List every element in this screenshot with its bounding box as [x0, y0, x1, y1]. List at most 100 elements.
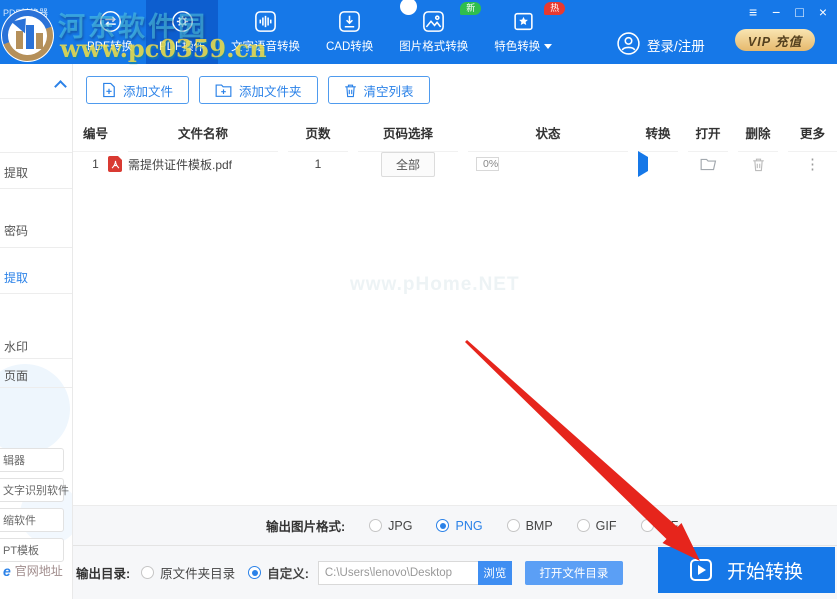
clear-list-label: 清空列表	[364, 81, 414, 100]
nav-cad-convert[interactable]: CAD转换	[313, 0, 386, 64]
sidebar-item-watermark[interactable]: 水印	[4, 338, 28, 355]
radio-circle-selected	[436, 519, 449, 532]
col-delete: 删除	[738, 118, 778, 152]
row-filename-cell: 需提供证件模板.pdf	[108, 156, 278, 173]
promo-editor[interactable]: 辑器	[0, 448, 64, 472]
browse-button[interactable]: 浏览	[478, 561, 512, 585]
radio-jpg[interactable]: JPG	[369, 519, 412, 533]
divider	[0, 98, 73, 99]
radio-label: PNG	[455, 519, 482, 533]
nav-label: CAD转换	[326, 38, 373, 54]
hot-badge: 热	[544, 2, 565, 15]
table-header: 编号 文件名称 页数 页码选择 状态 转换 打开 删除 更多	[73, 118, 837, 152]
row-page-select-cell: 全部	[358, 152, 458, 177]
login-label: 登录/注册	[647, 35, 705, 55]
new-badge: 新	[460, 2, 481, 15]
col-status: 状态	[468, 118, 628, 152]
add-folder-button[interactable]: 添加文件夹	[199, 76, 318, 104]
output-path-input[interactable]	[318, 561, 478, 585]
radio-label: 原文件夹目录	[160, 563, 235, 582]
output-dir-label: 输出目录:	[76, 563, 130, 582]
nav-text-voice[interactable]: 文字语音转换	[218, 0, 313, 64]
sidebar-item-password[interactable]: 密码	[4, 222, 28, 239]
start-convert-button[interactable]: 开始转换	[658, 547, 835, 593]
toolbar: 添加文件 添加文件夹 清空列表	[86, 76, 430, 104]
sidebar-item-page[interactable]: 页面	[4, 367, 28, 384]
row-convert-cell	[638, 157, 678, 171]
radio-circle-selected	[248, 566, 261, 579]
sidebar-item-extract[interactable]: 提取	[4, 164, 28, 181]
page-select-button[interactable]: 全部	[381, 152, 435, 177]
folder-plus-icon	[215, 83, 232, 98]
radio-label: BMP	[526, 519, 553, 533]
official-site-link[interactable]: e 官网地址	[3, 562, 63, 579]
col-index: 编号	[73, 118, 118, 152]
radio-label: JPG	[388, 519, 412, 533]
col-convert: 转换	[638, 118, 678, 152]
collapse-chevron-up-icon[interactable]	[54, 80, 67, 93]
start-convert-label: 开始转换	[727, 557, 803, 584]
chevron-down-icon	[544, 44, 552, 49]
col-filename: 文件名称	[128, 118, 278, 152]
radio-custom-dir[interactable]: 自定义:	[248, 563, 309, 582]
main-content: 添加文件 添加文件夹 清空列表 编号 文件名称 页数 页码选择 状态 转换 打开…	[73, 64, 837, 599]
col-open: 打开	[688, 118, 728, 152]
minimize-icon[interactable]: −	[772, 4, 780, 20]
maximize-icon[interactable]: □	[795, 4, 803, 20]
file-plus-icon	[102, 82, 116, 98]
divider	[0, 358, 73, 359]
convert-play-button[interactable]	[638, 151, 648, 177]
nav-label: 文字语音转换	[231, 38, 300, 54]
nav-label: PDF操作	[159, 38, 205, 54]
trash-icon	[752, 157, 765, 172]
vip-recharge-button[interactable]: VIP 充值	[735, 29, 815, 51]
promo-compress-software[interactable]: 缩软件	[0, 508, 64, 532]
radio-circle	[369, 519, 382, 532]
pdf-convert-icon	[99, 10, 122, 33]
format-label: 输出图片格式:	[266, 516, 345, 535]
play-icon	[690, 559, 712, 581]
pdf-file-icon	[108, 156, 122, 172]
app-logo	[1, 9, 54, 62]
nav-label: 特色转换	[494, 38, 552, 54]
login-button[interactable]: 登录/注册	[616, 31, 705, 59]
menu-icon[interactable]: ≡	[749, 4, 757, 20]
window-controls: ≡ − □ ×	[749, 4, 827, 20]
radio-bmp[interactable]: BMP	[507, 519, 553, 533]
open-folder-button[interactable]	[688, 157, 728, 172]
radio-tif[interactable]: TIF	[641, 519, 679, 533]
radio-gif[interactable]: GIF	[577, 519, 617, 533]
nav-pdf-convert[interactable]: PDF转换	[74, 0, 146, 64]
promo-ppt-template[interactable]: PT模板	[0, 538, 64, 562]
row-status-cell: 0%	[468, 155, 628, 174]
col-pages: 页数	[288, 118, 348, 152]
more-options-button[interactable]: ⋮	[788, 155, 837, 173]
open-directory-button[interactable]: 打开文件目录	[525, 561, 623, 585]
progress-bar: 0%	[476, 157, 499, 171]
close-icon[interactable]: ×	[819, 4, 827, 20]
radio-label: 自定义:	[267, 563, 309, 582]
radio-png[interactable]: PNG	[436, 519, 482, 533]
radio-circle	[641, 519, 654, 532]
divider	[0, 387, 73, 388]
special-convert-icon	[512, 10, 535, 33]
divider	[0, 188, 73, 189]
pdf-operate-icon	[171, 10, 194, 33]
divider	[0, 247, 73, 248]
row-filename: 需提供证件模板.pdf	[128, 156, 232, 173]
nav-pdf-operate[interactable]: PDF操作	[146, 0, 218, 64]
radio-source-folder[interactable]: 原文件夹目录	[141, 563, 235, 582]
add-file-label: 添加文件	[123, 81, 173, 100]
sidebar-item-extract-active[interactable]: 提取	[4, 269, 28, 286]
nav-label-text: 特色转换	[494, 38, 540, 54]
text-voice-icon	[254, 10, 277, 33]
radio-circle	[141, 566, 154, 579]
promo-ocr-software[interactable]: 文字识别软件	[0, 478, 64, 502]
delete-row-button[interactable]	[738, 157, 778, 172]
nav-special-convert[interactable]: 热 特色转换	[481, 0, 565, 64]
divider	[0, 293, 73, 294]
image-format-icon	[422, 10, 445, 33]
add-file-button[interactable]: 添加文件	[86, 76, 189, 104]
clear-list-button[interactable]: 清空列表	[328, 76, 430, 104]
nav-label: PDF转换	[87, 38, 133, 54]
